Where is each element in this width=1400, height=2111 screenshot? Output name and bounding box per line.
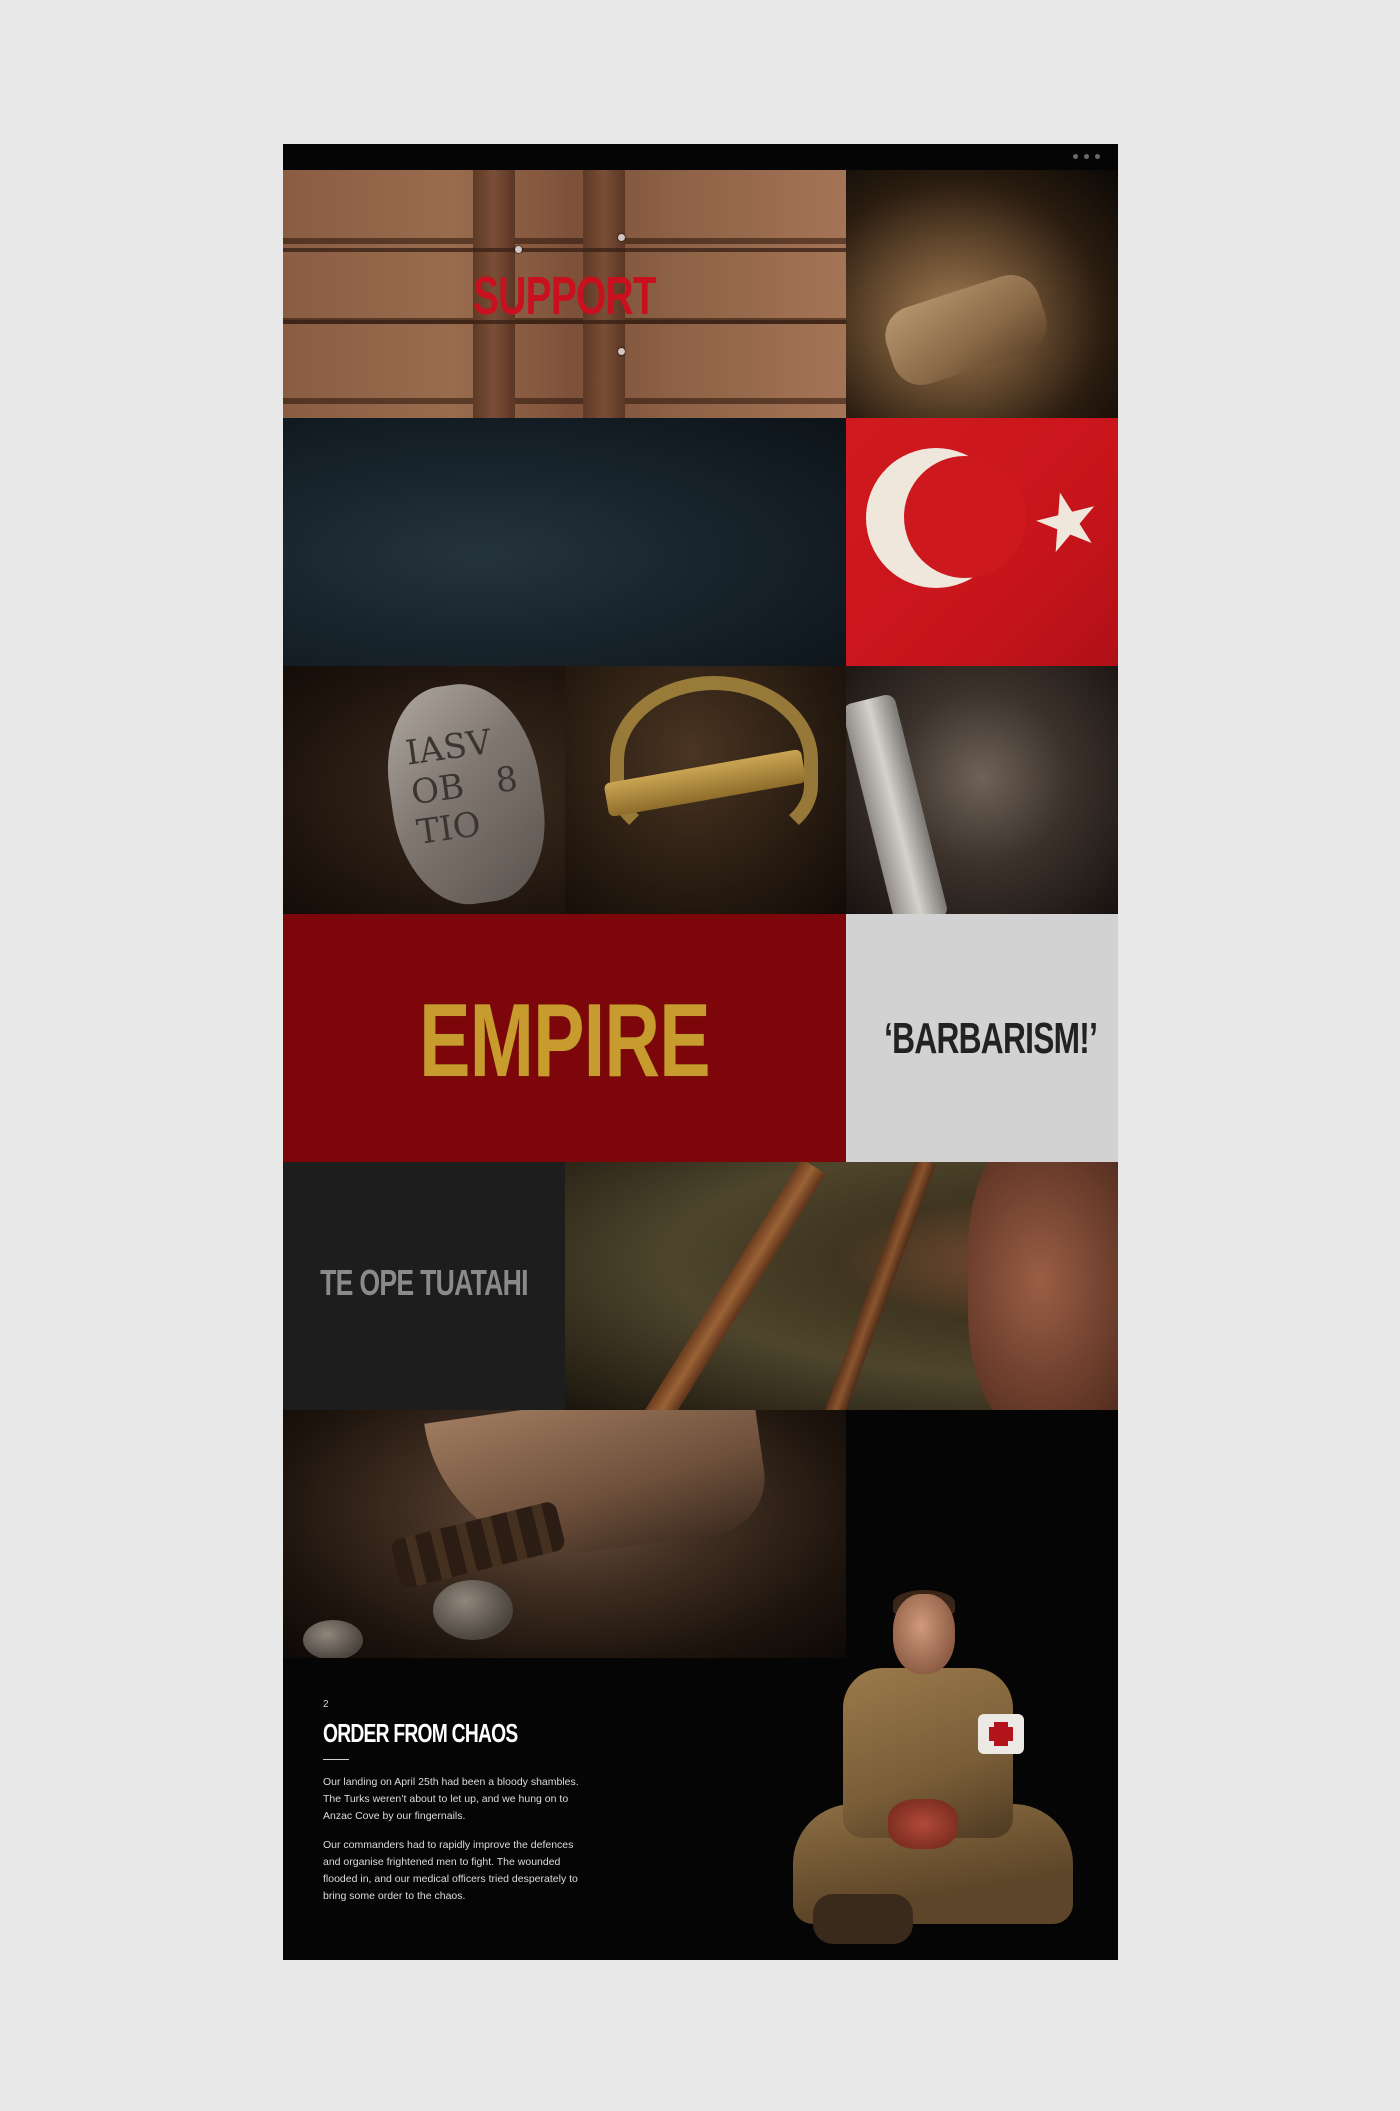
canteen — [877, 267, 1055, 393]
tag-inscription: IASV OB 8 TIO — [403, 722, 521, 853]
regiment-badge-tile[interactable] — [565, 666, 846, 914]
crate-plank-seam — [283, 248, 846, 252]
empire-tile[interactable]: EMPIRE — [283, 914, 846, 1162]
sword-blade — [846, 692, 950, 914]
barbarism-tile[interactable]: ‘BARBARISM!’ — [846, 914, 1118, 1162]
soldier-neck — [968, 1162, 1118, 1410]
soldier-head — [893, 1594, 955, 1674]
uniform-strap — [632, 1162, 826, 1410]
barbarism-heading: ‘BARBARISM!’ — [884, 1014, 1098, 1063]
chapter-text-block: 2 ORDER FROM CHAOS Our landing on April … — [323, 1699, 593, 1917]
chapter-number: 2 — [323, 1699, 329, 1710]
sea-image-tile[interactable] — [283, 418, 846, 666]
te-ope-tile[interactable]: TE OPE TUATAHI — [283, 1162, 565, 1410]
soldier-boot — [813, 1894, 913, 1944]
page-frame: SUPPORT ★ IASV OB 8 TIO EMPIRE ‘BARBARIS… — [283, 144, 1118, 1960]
nail — [515, 246, 522, 253]
empire-heading: EMPIRE — [419, 983, 710, 1099]
chapter-title: ORDER FROM CHAOS — [323, 1718, 518, 1748]
nail — [618, 234, 625, 241]
te-ope-heading: TE OPE TUATAHI — [320, 1262, 528, 1303]
uniform-image-tile[interactable] — [565, 1162, 1118, 1410]
nail — [618, 348, 625, 355]
crate-image-tile[interactable]: SUPPORT — [283, 170, 846, 418]
chapter-paragraph: Our commanders had to rapidly improve th… — [323, 1839, 578, 1902]
crescent-cutout — [904, 456, 1026, 578]
star-icon: ★ — [1022, 469, 1112, 573]
chapter-paragraph: Our landing on April 25th had been a blo… — [323, 1776, 579, 1822]
red-cross-icon — [989, 1727, 1013, 1741]
title-divider — [323, 1759, 349, 1760]
turkish-flag-tile[interactable]: ★ — [846, 418, 1118, 666]
support-heading: SUPPORT — [473, 266, 657, 326]
sword-hilt-tile[interactable] — [846, 666, 1118, 914]
stone — [433, 1580, 513, 1640]
medic-soldier-image — [783, 1590, 1083, 1960]
stone — [303, 1620, 363, 1658]
boot-image-tile[interactable] — [283, 1410, 846, 1658]
three-dots-icon[interactable] — [1073, 154, 1100, 159]
identity-tag-tile[interactable]: IASV OB 8 TIO — [283, 666, 565, 914]
uniform-strap — [814, 1162, 936, 1410]
window-top-bar — [283, 144, 1118, 170]
soldier-hands — [888, 1799, 958, 1849]
canteen-image-tile[interactable] — [846, 170, 1118, 418]
